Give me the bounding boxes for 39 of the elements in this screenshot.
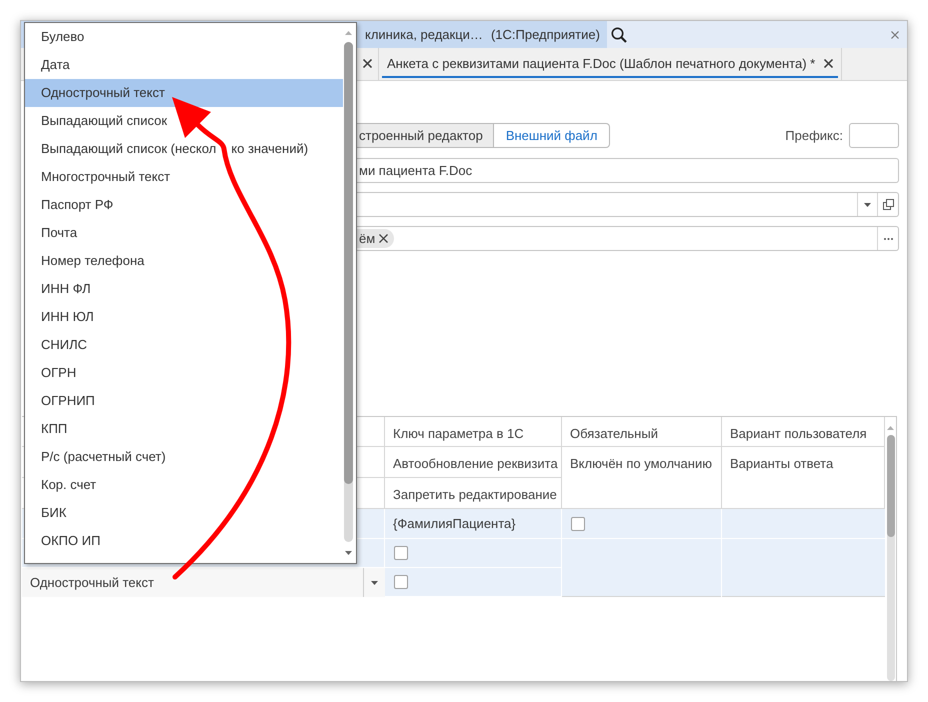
window-title: клиника, редакци… [365,26,483,44]
close-tab-button[interactable] [823,58,834,68]
app-name: (1С:Предприятие) [490,26,600,44]
search-icon [611,26,627,42]
scrollbar-thumb[interactable] [886,435,894,537]
dropdown-item[interactable]: Булево [25,23,343,51]
caret-icon [864,202,871,206]
close-icon [891,30,899,38]
scrollbar[interactable] [886,435,894,681]
tags-field[interactable]: ём [357,226,899,251]
tag[interactable]: ём [357,229,394,248]
scroll-up-icon[interactable] [345,31,352,35]
close-icon [824,59,833,68]
table-cell: {ФамилияПациента} [385,509,562,539]
prefix-field[interactable] [849,123,899,148]
close-icon[interactable] [379,234,388,243]
scroll-up-icon[interactable] [887,426,894,430]
dropdown-item[interactable]: Однострочный текст [25,79,343,107]
checkbox[interactable] [571,516,585,530]
text-field[interactable]: ми пациента F.Doc [357,158,899,183]
checkbox[interactable] [394,546,408,560]
mode-toggle-option[interactable]: Внешний файл [494,123,610,148]
mode-toggle-option[interactable]: строенный редактор [357,123,494,148]
clear-search-button[interactable] [889,28,901,40]
column-header: Автообновление реквизита [385,447,562,478]
checkbox[interactable] [394,575,408,589]
search-field[interactable] [607,21,907,48]
close-icon [362,59,372,68]
prefix-label: Префикс: [785,126,843,145]
type-select[interactable]: Однострочный текст [22,568,385,597]
close-tab-button[interactable] [362,58,372,68]
caret-icon [371,580,378,584]
column-header: Вариант пользователя [722,417,885,447]
column-header: Обязательный [562,417,722,447]
select-field[interactable] [357,192,899,217]
tab[interactable]: Анкета с реквизитами пациента F.Doc (Шаблон печатного документа) * [379,48,842,80]
overlapping-squares-icon [882,199,894,210]
column-header: Ключ параметра в 1С [385,417,562,447]
scroll-down-icon[interactable] [345,551,352,555]
